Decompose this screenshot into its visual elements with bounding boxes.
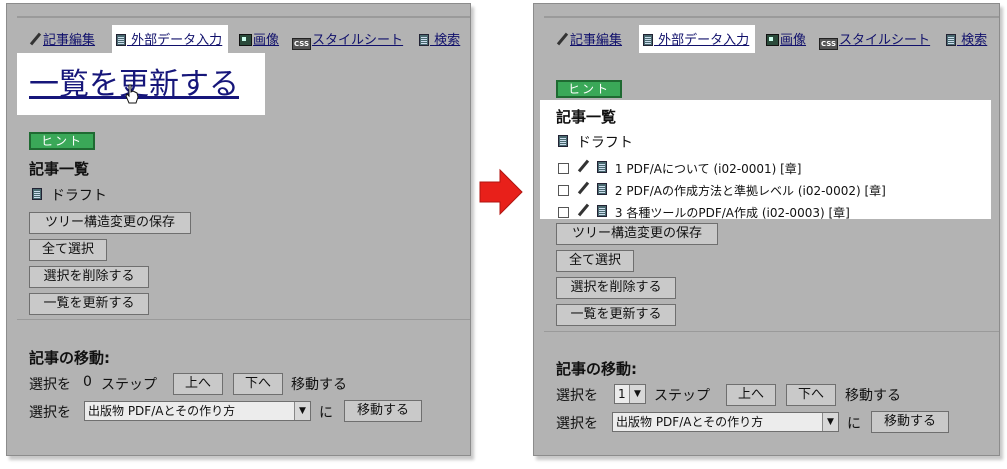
list-item[interactable]: 3 各種ツールのPDF/A作成 (i02-0003) [章]: [558, 204, 850, 221]
document-icon: [643, 34, 653, 46]
article-list-heading: 記事一覧: [29, 160, 90, 178]
select-all-button[interactable]: 全て選択: [29, 239, 107, 261]
tab-external-data[interactable]: 外部データ入力: [112, 25, 229, 53]
css-icon: CSS: [819, 38, 839, 50]
document-icon: [946, 34, 956, 46]
save-tree-button[interactable]: ツリー構造変更の保存: [29, 212, 191, 234]
image-icon: [766, 34, 779, 46]
document-icon[interactable]: [597, 205, 608, 217]
move-articles-heading: 記事の移動:: [556, 360, 637, 378]
transition-arrow-icon: [479, 168, 523, 216]
draft-row[interactable]: ドラフト: [32, 185, 107, 205]
delete-selected-button[interactable]: 選択を削除する: [29, 266, 149, 288]
draft-label: ドラフト: [576, 135, 633, 151]
divider: [17, 319, 470, 320]
move-articles-heading: 記事の移動:: [29, 349, 110, 367]
save-tree-button[interactable]: ツリー構造変更の保存: [556, 223, 718, 245]
move-up-button[interactable]: 上へ: [726, 384, 776, 406]
refresh-list-button[interactable]: 一覧を更新する: [29, 293, 149, 315]
ni-label: に: [847, 416, 861, 432]
after-panel: 記事編集 外部データ入力 画像 CSS スタイルシート 検索 ヒント 記事一覧 ド…: [533, 3, 1000, 456]
step-count-select[interactable]: 1 ▼: [614, 384, 646, 404]
document-icon: [116, 34, 126, 46]
move-up-button[interactable]: 上へ: [173, 373, 223, 395]
move-button[interactable]: 移動する: [871, 411, 949, 433]
move-down-button[interactable]: 下へ: [786, 384, 836, 406]
step-label: ステップ: [654, 388, 710, 404]
move-target-prefix: 選択を: [29, 405, 71, 421]
article-title[interactable]: 1 PDF/Aについて (i02-0001) [章]: [615, 162, 802, 176]
pencil-icon[interactable]: [577, 182, 590, 195]
hint-button[interactable]: ヒント: [556, 80, 622, 98]
move-down-button[interactable]: 下へ: [233, 373, 283, 395]
divider: [544, 331, 999, 332]
move-target-prefix: 選択を: [556, 416, 598, 432]
tab-search[interactable]: 検索: [419, 25, 460, 53]
top-divider: [17, 16, 470, 18]
document-icon: [32, 188, 42, 200]
move-steps-prefix: 選択を: [556, 388, 598, 404]
tab-stylesheet[interactable]: CSS スタイルシート: [819, 25, 930, 53]
target-publication-select[interactable]: 出版物 PDF/Aとその作り方 ▼: [612, 412, 839, 432]
chevron-down-icon: ▼: [294, 402, 310, 420]
document-icon: [558, 135, 568, 147]
article-list-highlight: 記事一覧 ドラフト 1 PDF/Aについて (i02-0001) [章] 2 P…: [540, 100, 991, 221]
pencil-icon[interactable]: [577, 160, 590, 173]
step-count-value[interactable]: 0: [83, 374, 92, 390]
tab-article-edit[interactable]: 記事編集: [556, 25, 622, 53]
article-checkbox[interactable]: [558, 185, 569, 196]
tab-search[interactable]: 検索: [946, 25, 987, 53]
chevron-down-icon: ▼: [822, 413, 838, 431]
article-checkbox[interactable]: [558, 163, 569, 174]
pencil-icon[interactable]: [577, 204, 590, 217]
article-title[interactable]: 2 PDF/Aの作成方法と準拠レベル (i02-0002) [章]: [615, 184, 886, 198]
hand-cursor-icon: [125, 84, 139, 104]
list-item[interactable]: 2 PDF/Aの作成方法と準拠レベル (i02-0002) [章]: [558, 182, 886, 199]
move-suffix: 移動する: [845, 388, 901, 404]
css-icon: CSS: [292, 38, 312, 50]
pencil-icon: [29, 33, 42, 46]
refresh-list-link-highlight[interactable]: 一覧を更新する: [17, 53, 265, 115]
before-panel: 記事編集 外部データ入力 画像 CSS スタイルシート 検索 一覧を更新する ヒン…: [6, 3, 471, 456]
document-icon[interactable]: [597, 161, 608, 173]
article-title[interactable]: 3 各種ツールのPDF/A作成 (i02-0003) [章]: [615, 206, 850, 220]
chevron-down-icon: ▼: [629, 385, 645, 403]
ni-label: に: [319, 405, 333, 421]
move-suffix: 移動する: [291, 377, 347, 393]
move-button[interactable]: 移動する: [344, 400, 422, 422]
tab-article-edit[interactable]: 記事編集: [29, 25, 95, 53]
target-publication-select[interactable]: 出版物 PDF/Aとその作り方 ▼: [84, 401, 311, 421]
tab-image[interactable]: 画像: [766, 25, 806, 53]
step-label: ステップ: [101, 377, 157, 393]
hint-button[interactable]: ヒント: [29, 132, 95, 150]
document-icon: [419, 34, 429, 46]
top-divider: [544, 16, 999, 18]
draft-label: ドラフト: [50, 188, 107, 204]
list-item[interactable]: 1 PDF/Aについて (i02-0001) [章]: [558, 160, 801, 177]
tab-stylesheet[interactable]: CSS スタイルシート: [292, 25, 403, 53]
delete-selected-button[interactable]: 選択を削除する: [556, 277, 676, 299]
refresh-list-button[interactable]: 一覧を更新する: [556, 304, 676, 326]
select-all-button[interactable]: 全て選択: [556, 250, 634, 272]
move-steps-prefix: 選択を: [29, 377, 71, 393]
article-list-heading: 記事一覧: [556, 108, 617, 126]
article-checkbox[interactable]: [558, 207, 569, 218]
pencil-icon: [556, 33, 569, 46]
tab-external-data[interactable]: 外部データ入力: [639, 25, 756, 53]
document-icon[interactable]: [597, 183, 608, 195]
tab-image[interactable]: 画像: [239, 25, 279, 53]
image-icon: [239, 34, 252, 46]
draft-row[interactable]: ドラフト: [558, 132, 633, 152]
